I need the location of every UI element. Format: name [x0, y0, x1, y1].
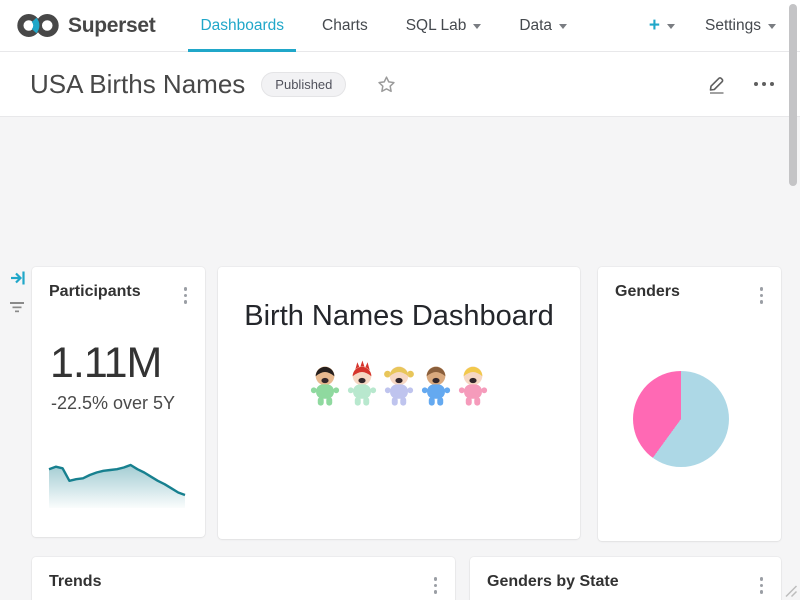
dashboard-actions — [706, 73, 774, 95]
nav-label: Dashboards — [200, 17, 284, 35]
main-nav: Dashboards Charts SQL Lab Data — [181, 0, 586, 51]
resize-handle-icon[interactable] — [783, 583, 798, 598]
nav-data[interactable]: Data — [505, 0, 581, 51]
brand-name: Superset — [68, 14, 155, 38]
chart-menu-icon[interactable] — [758, 285, 766, 306]
more-actions-icon[interactable] — [754, 78, 774, 90]
nav-label: SQL Lab — [406, 17, 467, 35]
page-title: USA Births Names — [30, 69, 245, 100]
new-item-button[interactable]: + — [649, 15, 675, 37]
expand-filter-bar-icon[interactable] — [9, 269, 27, 287]
big-number-subheader: -22.5% over 5Y — [51, 393, 175, 414]
caret-down-icon — [768, 24, 776, 33]
nav-label: Charts — [322, 17, 368, 35]
genders-pie[interactable] — [633, 371, 729, 467]
markdown-card: Birth Names Dashboard — [218, 267, 580, 539]
nav-charts[interactable]: Charts — [308, 0, 382, 51]
filter-list-icon[interactable] — [8, 299, 26, 315]
superset-infinity-icon — [16, 11, 60, 40]
baby-emoji — [345, 360, 379, 407]
chart-title: Participants — [49, 283, 141, 301]
chart-menu-icon[interactable] — [432, 575, 440, 596]
nav-sql-lab[interactable]: SQL Lab — [392, 0, 496, 51]
participants-sparkline[interactable] — [47, 460, 189, 513]
nav-dashboards[interactable]: Dashboards — [186, 0, 298, 51]
page-scrollbar-thumb[interactable] — [789, 4, 797, 186]
settings-menu[interactable]: Settings — [705, 17, 776, 35]
top-navbar: Superset Dashboards Charts SQL Lab Data — [0, 0, 800, 52]
caret-down-icon — [473, 24, 481, 33]
navbar-right: + Settings — [649, 0, 776, 51]
edit-dashboard-icon[interactable] — [706, 73, 728, 95]
caret-down-icon — [667, 24, 675, 33]
markdown-heading: Birth Names Dashboard — [218, 300, 580, 333]
baby-emoji-row — [218, 360, 580, 407]
settings-label: Settings — [705, 17, 761, 35]
dashboard-header: USA Births Names Published — [0, 52, 800, 117]
trends-card: Trends AmandaAndrewAnthonyAshleyBrianChr… — [32, 557, 455, 600]
baby-emoji — [308, 360, 342, 407]
dashboard-grid: Participants 1.11M -22.5% over 5Y Birth … — [0, 117, 800, 600]
plus-icon: + — [649, 15, 660, 37]
chart-title: Genders — [615, 283, 680, 301]
superset-app: Superset Dashboards Charts SQL Lab Data — [0, 0, 800, 600]
chart-title: Genders by State — [487, 573, 619, 591]
favorite-star-icon[interactable] — [376, 74, 397, 95]
genders-card: Genders — [598, 267, 781, 541]
caret-down-icon — [559, 24, 567, 33]
nav-label: Data — [519, 17, 552, 35]
chart-title: Trends — [49, 573, 101, 591]
navbar-left: Superset Dashboards Charts SQL Lab Data — [16, 0, 586, 51]
baby-emoji — [382, 360, 416, 407]
participants-card: Participants 1.11M -22.5% over 5Y — [32, 267, 205, 537]
baby-emoji — [456, 360, 490, 407]
chart-menu-icon[interactable] — [182, 285, 190, 306]
chart-menu-icon[interactable] — [758, 575, 766, 596]
superset-logo[interactable]: Superset — [16, 0, 155, 51]
baby-emoji — [419, 360, 453, 407]
big-number-value: 1.11M — [50, 339, 161, 388]
genders-by-state-card: Genders by State Boys 5M4M3M — [470, 557, 781, 600]
status-badge[interactable]: Published — [261, 72, 346, 97]
